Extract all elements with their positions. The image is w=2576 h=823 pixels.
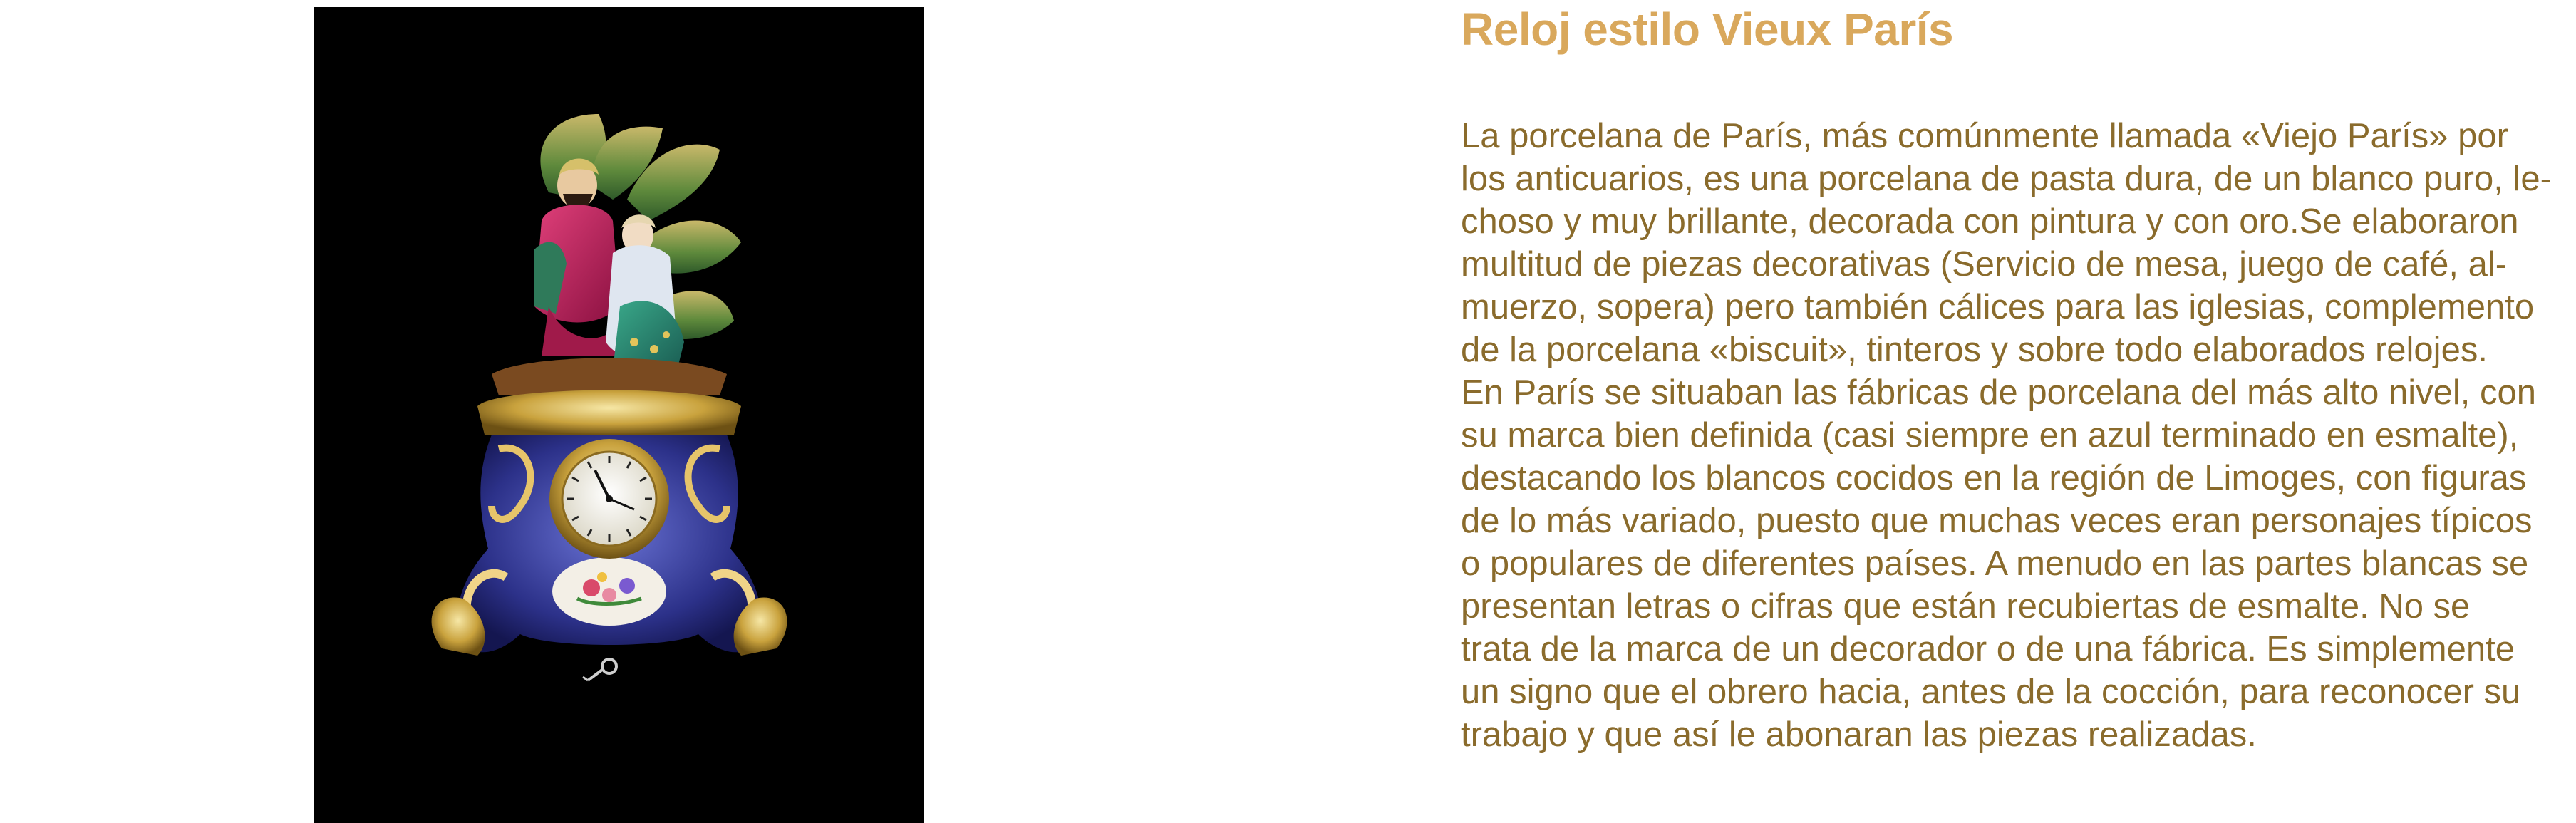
body-line: En París se situaban las fábricas de por… [1461,373,2536,412]
body-line: choso y muy brillante, decorada con pint… [1461,202,2519,241]
article-title: Reloj estilo Vieux París [1461,4,1954,55]
clock-case [431,390,787,656]
body-line: su marca bien definida (casi siempre en … [1461,416,2519,455]
body-line: de lo más variado, puesto que muchas vec… [1461,502,2533,540]
body-line: muerzo, sopera) pero también cálices par… [1461,288,2535,326]
body-line: trabajo y que así le abonaran las piezas… [1461,715,2257,754]
body-line: los anticuarios, es una porcelana de pas… [1461,160,2552,198]
body-line: destacando los blancos cocidos en la reg… [1461,459,2527,497]
body-line: La porcelana de París, más comúnmente ll… [1461,117,2508,155]
body-line: presentan letras o cifras que están recu… [1461,587,2471,626]
body-line: o populares de diferentes países. A menu… [1461,544,2529,583]
body-line: de la porcelana «biscuit», tinteros y so… [1461,331,2488,369]
body-line: trata de la marca de un decorador o de u… [1461,630,2515,668]
clock-photo [314,7,924,823]
body-line: multitud de piezas decorativas (Servicio… [1461,245,2508,284]
article-body: La porcelana de París, más comúnmente ll… [1461,115,2572,756]
body-line: un signo que el obrero hacia, antes de l… [1461,673,2521,711]
porcelain-clock-illustration [314,7,924,823]
article: Reloj estilo Vieux París La porcelana de… [1461,0,2572,756]
